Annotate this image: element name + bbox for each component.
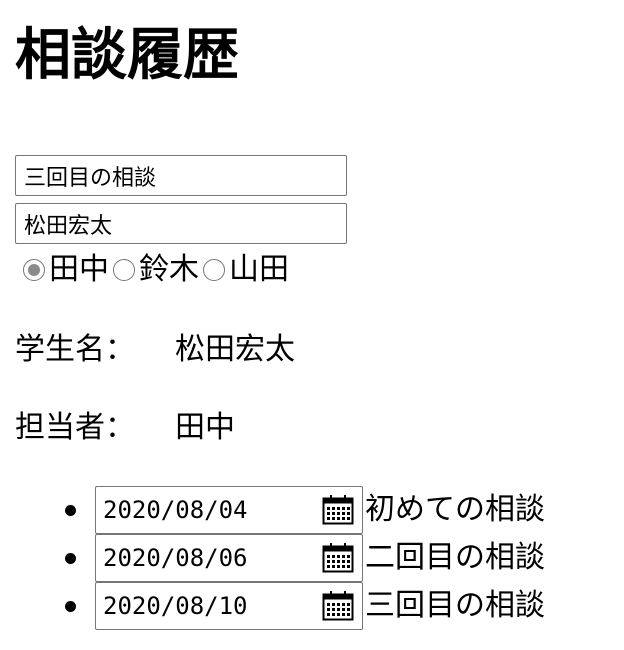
calendar-icon[interactable] — [322, 543, 354, 573]
staff-name-value: 田中 — [175, 410, 235, 445]
consultation-history-list: 2020/08/04 初めての相談 2020/08/06 二回目の相談 2020… — [15, 486, 545, 630]
bullet — [65, 553, 76, 564]
calendar-icon[interactable] — [322, 591, 354, 621]
consultation-title: 二回目の相談 — [365, 540, 545, 575]
staff-info: 担当者： 田中 — [15, 408, 235, 448]
bullet — [65, 601, 76, 612]
consultation-title: 三回目の相談 — [365, 588, 545, 623]
student-name-input[interactable] — [15, 203, 347, 244]
consultation-title-input[interactable] — [15, 155, 347, 196]
student-name-value: 松田宏太 — [175, 332, 295, 367]
date-value: 2020/08/10 — [103, 592, 248, 620]
staff-radio-tanaka[interactable] — [23, 259, 45, 281]
student-label: 学生名： — [15, 332, 135, 367]
list-item: 2020/08/10 三回目の相談 — [15, 582, 545, 630]
date-input[interactable]: 2020/08/04 — [95, 486, 363, 534]
staff-radio-group: 田中 鈴木 山田 — [23, 248, 293, 292]
staff-radio-label: 鈴木 — [139, 252, 199, 287]
list-item: 2020/08/04 初めての相談 — [15, 486, 545, 534]
staff-radio-label: 田中 — [49, 252, 109, 287]
list-item: 2020/08/06 二回目の相談 — [15, 534, 545, 582]
staff-label: 担当者： — [15, 410, 135, 445]
date-value: 2020/08/06 — [103, 544, 248, 572]
date-input[interactable]: 2020/08/10 — [95, 582, 363, 630]
date-value: 2020/08/04 — [103, 496, 248, 524]
bullet — [65, 505, 76, 516]
staff-radio-suzuki[interactable] — [113, 259, 135, 281]
date-input[interactable]: 2020/08/06 — [95, 534, 363, 582]
page-title: 相談履歴 — [15, 23, 239, 88]
staff-radio-label: 山田 — [229, 252, 289, 287]
calendar-icon[interactable] — [322, 495, 354, 525]
consultation-title: 初めての相談 — [365, 492, 545, 527]
student-info: 学生名： 松田宏太 — [15, 330, 295, 370]
staff-radio-yamada[interactable] — [203, 259, 225, 281]
